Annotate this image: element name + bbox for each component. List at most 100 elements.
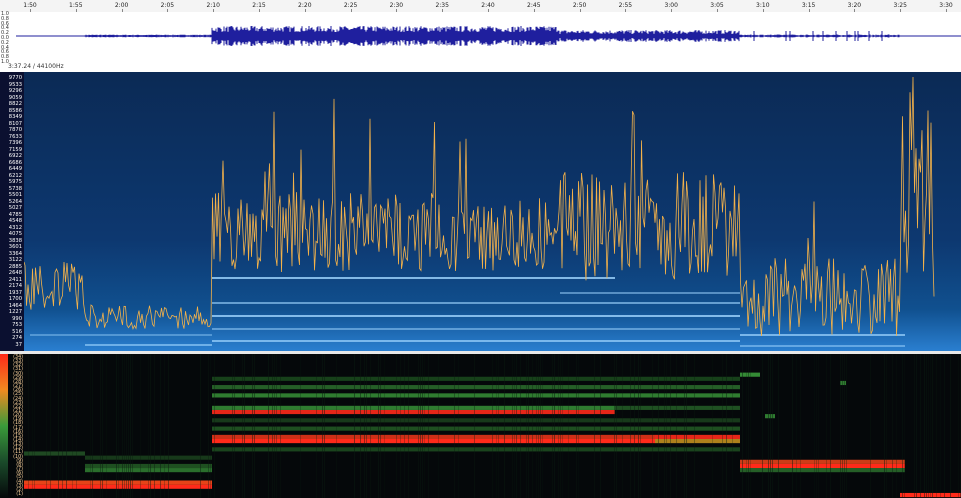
timeline-tick-label: 2:55 bbox=[618, 2, 633, 9]
chroma-texture bbox=[712, 354, 713, 498]
waveform-graph bbox=[16, 26, 961, 46]
timeline-tick-label: 2:30 bbox=[389, 2, 404, 9]
chroma-texture bbox=[538, 354, 539, 498]
chroma-texture bbox=[496, 354, 497, 498]
chroma-texture bbox=[408, 354, 409, 498]
chroma-texture bbox=[148, 354, 149, 498]
chroma-texture bbox=[210, 354, 211, 498]
chroma-texture bbox=[116, 354, 117, 498]
chroma-texture bbox=[870, 354, 871, 498]
chroma-texture bbox=[594, 354, 595, 498]
chroma-texture bbox=[370, 354, 371, 498]
frequency-label: 37 bbox=[3, 341, 22, 348]
chroma-texture bbox=[474, 354, 475, 498]
chroma-texture bbox=[208, 354, 209, 498]
chroma-texture bbox=[128, 354, 129, 498]
timeline-tick-label: 2:45 bbox=[527, 2, 541, 9]
frequency-label: 9296 bbox=[3, 88, 22, 94]
spectrogram-panel[interactable]: 9770 9533 9296 9059 8822 8586 8349 8107 7870 7633… bbox=[0, 72, 961, 351]
chroma-texture bbox=[750, 354, 751, 498]
frequency-scale: 9770 9533 9296 9059 8822 8586 8349 8107 7870 7633… bbox=[0, 72, 24, 351]
chroma-texture bbox=[792, 354, 793, 498]
chroma-texture bbox=[846, 354, 847, 498]
chroma-texture bbox=[34, 354, 35, 498]
frequency-label: 7870 bbox=[3, 127, 22, 133]
frequency-label: 9533 bbox=[3, 81, 22, 88]
chroma-texture bbox=[512, 354, 513, 498]
frequency-label: 1464 bbox=[3, 302, 22, 309]
chroma-texture bbox=[276, 354, 277, 498]
frequency-label: 6212 bbox=[3, 172, 22, 179]
waveform-panel[interactable]: 1.0 0.8 0.6 0.4 0.2 0.0 0.2 0.4 0.6 0.8 1.0 3:37.2… bbox=[0, 12, 961, 72]
chroma-texture bbox=[404, 354, 405, 498]
chroma-texture bbox=[364, 354, 365, 498]
chroma-texture bbox=[840, 354, 841, 498]
frequency-label: 4312 bbox=[3, 224, 22, 231]
timeline-tick-label: 1:55 bbox=[69, 2, 83, 9]
chroma-texture bbox=[396, 354, 397, 498]
chroma-texture bbox=[160, 354, 161, 498]
chroma-band bbox=[212, 439, 655, 444]
frequency-label: 6686 bbox=[3, 159, 22, 166]
frequency-label: 5738 bbox=[3, 185, 22, 192]
chroma-texture bbox=[916, 354, 917, 498]
timeline-tick-label: 3:00 bbox=[664, 2, 678, 9]
chroma-texture bbox=[336, 354, 337, 498]
chroma-texture bbox=[818, 354, 819, 498]
timeline-tick-label: 2:15 bbox=[252, 2, 266, 9]
chroma-texture bbox=[360, 354, 361, 498]
chroma-texture bbox=[254, 354, 255, 498]
chromagram-panel[interactable]: (34) (33) (32) (31) (30) (29) (28) (27) (26) (25)… bbox=[0, 354, 961, 498]
chroma-texture bbox=[100, 354, 101, 498]
frequency-label: 5027 bbox=[3, 205, 22, 211]
chroma-texture bbox=[558, 354, 559, 498]
frequency-label: 4075 bbox=[3, 231, 22, 237]
chroma-band bbox=[740, 459, 905, 464]
chroma-texture bbox=[554, 354, 555, 498]
chroma-texture bbox=[72, 354, 73, 498]
frequency-label: 5264 bbox=[3, 198, 22, 205]
chroma-label: (1) bbox=[16, 491, 23, 497]
chroma-texture bbox=[520, 354, 521, 498]
chroma-band bbox=[655, 434, 740, 439]
frequency-label: 3601 bbox=[3, 244, 22, 250]
chroma-texture bbox=[748, 354, 749, 498]
frequency-label: 990 bbox=[3, 315, 22, 322]
chroma-texture bbox=[76, 354, 77, 498]
frequency-label: 7159 bbox=[3, 146, 22, 153]
chroma-texture bbox=[106, 354, 107, 498]
frequency-label: 3364 bbox=[3, 250, 22, 257]
chroma-texture bbox=[926, 354, 927, 498]
frequency-label: 2648 bbox=[3, 270, 22, 276]
chroma-texture bbox=[244, 354, 245, 498]
chroma-texture bbox=[126, 354, 127, 498]
chroma-band bbox=[615, 405, 740, 410]
chroma-texture bbox=[514, 354, 515, 498]
frequency-label: 4785 bbox=[3, 211, 22, 218]
chroma-band bbox=[212, 447, 740, 452]
chroma-texture bbox=[118, 354, 119, 498]
chroma-texture bbox=[232, 354, 233, 498]
timeline-tick-label: 3:10 bbox=[756, 2, 770, 9]
waveform-trace bbox=[84, 26, 900, 46]
chroma-texture bbox=[778, 354, 779, 498]
chroma-texture bbox=[200, 354, 201, 498]
chroma-texture bbox=[652, 354, 653, 498]
frequency-label: 8822 bbox=[3, 101, 22, 107]
chroma-texture bbox=[944, 354, 945, 498]
chroma-band bbox=[24, 451, 85, 456]
timeline-tick-label: 3:25 bbox=[893, 2, 907, 9]
chroma-texture bbox=[896, 354, 897, 498]
chroma-texture bbox=[568, 354, 569, 498]
chroma-texture bbox=[826, 354, 827, 498]
chroma-texture bbox=[542, 354, 543, 498]
frequency-label: 5975 bbox=[3, 179, 22, 185]
chroma-texture bbox=[886, 354, 887, 498]
chroma-texture bbox=[90, 354, 91, 498]
chroma-texture bbox=[130, 354, 131, 498]
spectral-band bbox=[85, 344, 212, 346]
chroma-texture bbox=[324, 354, 325, 498]
chroma-texture bbox=[32, 354, 33, 498]
spectral-band bbox=[560, 292, 740, 294]
frequency-label: 8349 bbox=[3, 114, 22, 120]
